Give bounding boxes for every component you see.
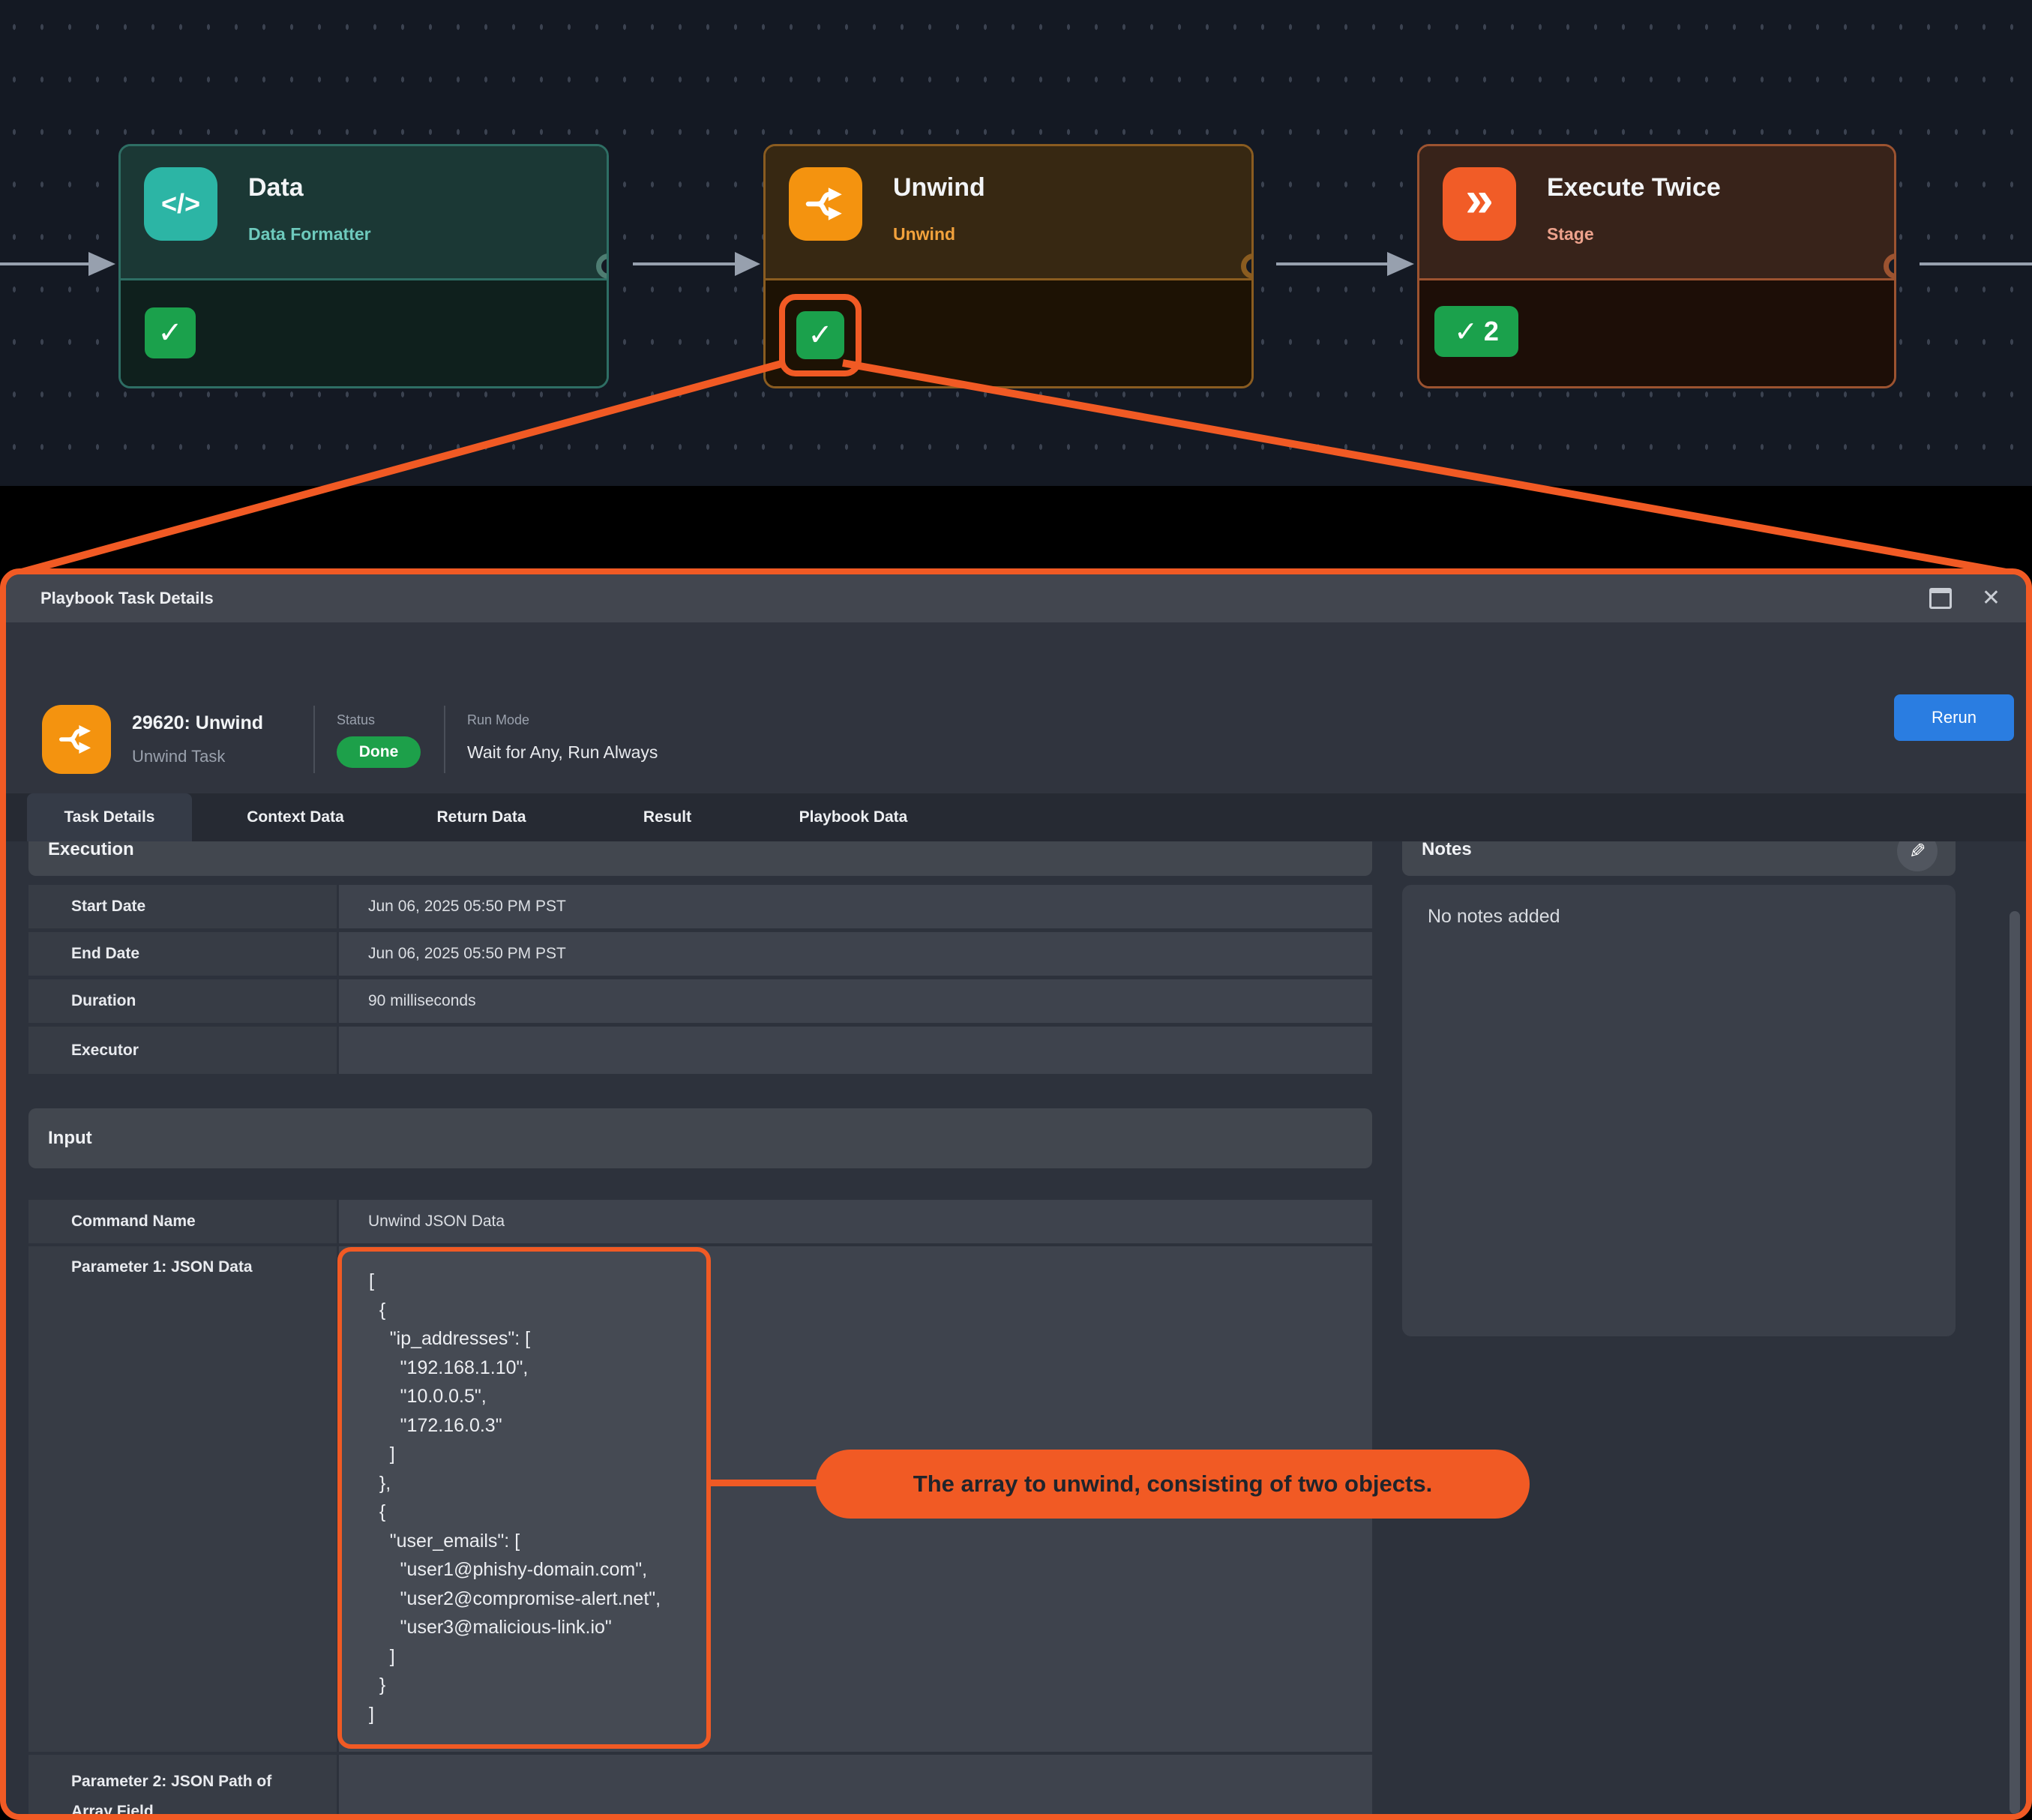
json-data-highlight-box: [ { "ip_addresses": [ "192.168.1.10", "1… bbox=[337, 1247, 711, 1749]
json-data-value[interactable]: [ { "ip_addresses": [ "192.168.1.10", "1… bbox=[342, 1252, 706, 1729]
notes-empty-text: No notes added bbox=[1428, 906, 1560, 928]
execution-section-title: Execution bbox=[48, 841, 134, 876]
close-icon[interactable]: ✕ bbox=[1982, 587, 2001, 610]
row-value: Unwind JSON Data bbox=[339, 1200, 1372, 1243]
screen: </> Data Data Formatter ✓ bbox=[0, 0, 2032, 1820]
task-node-execute-statusbar: ✓ 2 bbox=[1419, 280, 1894, 386]
badge-count: 2 bbox=[1484, 316, 1499, 347]
task-complete-badge[interactable]: ✓ bbox=[796, 311, 844, 359]
notes-section-header: Notes ✎ bbox=[1402, 841, 1956, 876]
table-row: Parameter 2: JSON Path of Array Field bbox=[28, 1755, 1372, 1814]
playbook-canvas[interactable]: </> Data Data Formatter ✓ bbox=[0, 0, 2032, 486]
task-node-subtitle: Unwind bbox=[893, 224, 955, 244]
status-label: Status bbox=[337, 712, 375, 728]
tab-result[interactable]: Result bbox=[585, 793, 750, 841]
tab-bar: Task Details Context Data Return Data Re… bbox=[6, 793, 2026, 841]
task-summary-header: 29620: Unwind Unwind Task Status Done Ru… bbox=[6, 622, 2026, 793]
edit-notes-button[interactable]: ✎ bbox=[1897, 841, 1938, 871]
divider bbox=[444, 706, 445, 773]
task-complete-count-badge[interactable]: ✓ 2 bbox=[1434, 306, 1518, 357]
task-node-data[interactable]: </> Data Data Formatter ✓ bbox=[118, 144, 609, 388]
task-node-data-header: </> Data Data Formatter bbox=[121, 146, 607, 280]
run-mode-label: Run Mode bbox=[467, 712, 529, 728]
row-value bbox=[339, 1755, 1372, 1814]
check-icon: ✓ bbox=[808, 318, 833, 352]
table-row: Duration 90 milliseconds bbox=[28, 979, 1372, 1023]
task-complete-badge[interactable]: ✓ bbox=[145, 307, 196, 358]
tab-playbook-data[interactable]: Playbook Data bbox=[771, 793, 936, 841]
notes-section-title: Notes bbox=[1422, 841, 1472, 876]
row-label: Parameter 1: JSON Data bbox=[28, 1246, 337, 1752]
row-value: Jun 06, 2025 05:50 PM PST bbox=[339, 885, 1372, 928]
unwind-icon bbox=[789, 167, 862, 241]
task-node-unwind-statusbar: ✓ bbox=[766, 280, 1251, 386]
check-icon: ✓ bbox=[1454, 315, 1478, 349]
task-name: 29620: Unwind bbox=[132, 712, 263, 734]
callout-connector-line bbox=[706, 1480, 820, 1486]
check-icon: ✓ bbox=[157, 316, 183, 350]
row-value bbox=[339, 1027, 1372, 1074]
task-type: Unwind Task bbox=[132, 747, 225, 766]
row-label: Parameter 2: JSON Path of Array Field bbox=[28, 1755, 337, 1814]
status-badge: Done bbox=[337, 736, 421, 768]
table-row: Executor bbox=[28, 1027, 1372, 1074]
tab-task-details[interactable]: Task Details bbox=[27, 793, 192, 841]
row-label: Command Name bbox=[28, 1200, 337, 1243]
tab-context-data[interactable]: Context Data bbox=[213, 793, 378, 841]
task-node-unwind-header: Unwind Unwind bbox=[766, 146, 1251, 280]
row-label: Start Date bbox=[28, 885, 337, 928]
task-node-title: Unwind bbox=[893, 173, 985, 202]
run-mode-value: Wait for Any, Run Always bbox=[467, 742, 658, 763]
row-label: Executor bbox=[28, 1027, 337, 1074]
input-section-header: Input bbox=[28, 1108, 1372, 1168]
table-row: Command Name Unwind JSON Data bbox=[28, 1200, 1372, 1243]
row-label: Duration bbox=[28, 979, 337, 1023]
playbook-task-details-modal: Playbook Task Details ✕ 29620: Unwind Un… bbox=[0, 568, 2032, 1820]
pencil-icon: ✎ bbox=[1909, 841, 1926, 863]
row-label: End Date bbox=[28, 932, 337, 976]
task-node-unwind[interactable]: Unwind Unwind ✓ bbox=[763, 144, 1254, 388]
task-details-content: Execution Start Date Jun 06, 2025 05:50 … bbox=[6, 841, 2026, 1814]
annotation-callout: The array to unwind, consisting of two o… bbox=[816, 1450, 1530, 1519]
modal-titlebar: Playbook Task Details ✕ bbox=[6, 574, 2026, 622]
double-chevron-icon: » bbox=[1443, 167, 1516, 241]
row-label-text: Parameter 2: JSON Path of Array Field bbox=[71, 1767, 304, 1814]
annotation-highlight-box: ✓ bbox=[779, 294, 862, 376]
task-node-title: Execute Twice bbox=[1547, 173, 1721, 202]
unwind-icon bbox=[42, 705, 111, 774]
window-controls: ✕ bbox=[1929, 574, 2001, 622]
execution-section-header: Execution bbox=[28, 841, 1372, 876]
maximize-icon[interactable] bbox=[1929, 588, 1952, 609]
table-row: Start Date Jun 06, 2025 05:50 PM PST bbox=[28, 885, 1372, 928]
task-node-subtitle: Stage bbox=[1547, 224, 1594, 244]
rerun-button[interactable]: Rerun bbox=[1894, 694, 2014, 741]
task-node-subtitle: Data Formatter bbox=[248, 224, 371, 244]
divider bbox=[313, 706, 315, 773]
table-row: End Date Jun 06, 2025 05:50 PM PST bbox=[28, 932, 1372, 976]
code-icon: </> bbox=[144, 167, 217, 241]
task-node-execute-twice[interactable]: » Execute Twice Stage ✓ 2 bbox=[1417, 144, 1896, 388]
row-value: Jun 06, 2025 05:50 PM PST bbox=[339, 932, 1372, 976]
vertical-scrollbar[interactable] bbox=[2010, 911, 2020, 1814]
input-section-title: Input bbox=[48, 1108, 92, 1168]
tab-return-data[interactable]: Return Data bbox=[399, 793, 564, 841]
task-node-execute-header: » Execute Twice Stage bbox=[1419, 146, 1894, 280]
task-node-data-statusbar: ✓ bbox=[121, 280, 607, 386]
task-node-title: Data bbox=[248, 173, 304, 202]
row-value: 90 milliseconds bbox=[339, 979, 1372, 1023]
modal-title: Playbook Task Details bbox=[40, 574, 214, 622]
notes-panel: No notes added bbox=[1402, 885, 1956, 1336]
